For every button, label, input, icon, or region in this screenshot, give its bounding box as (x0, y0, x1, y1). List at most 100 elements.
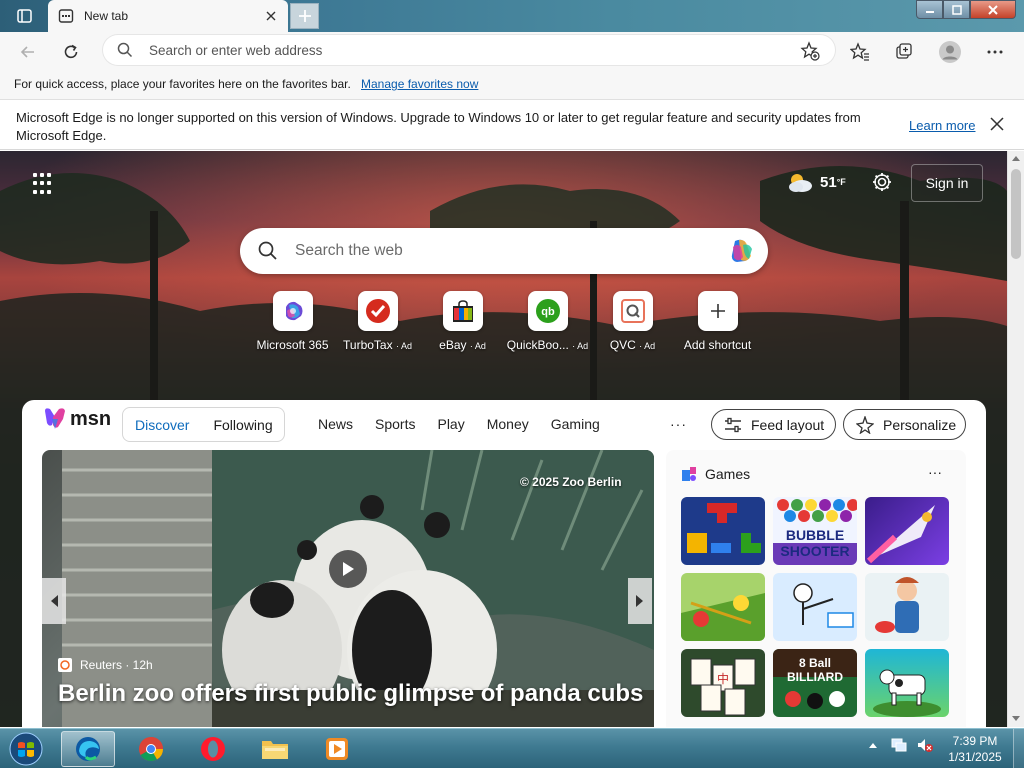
tab-actions-icon[interactable] (8, 5, 40, 27)
story-source[interactable]: Reuters · 12h (58, 658, 153, 672)
story-headline[interactable]: Berlin zoo offers first public glimpse o… (58, 680, 643, 708)
infobar-message: Microsoft Edge is no longer supported on… (16, 110, 861, 143)
shortcut-label: QVC (609, 338, 636, 352)
shortcut-label: Add shortcut (683, 338, 752, 352)
shortcut-turbotax[interactable]: TurboTax · Ad (335, 291, 420, 352)
nav-money[interactable]: Money (487, 416, 529, 432)
games-icon (681, 466, 705, 482)
shortcut-ebay[interactable]: eBay · Ad (420, 291, 505, 352)
clock[interactable]: 7:39 PM 1/31/2025 (940, 733, 1010, 765)
games-more-button[interactable]: ··· (928, 464, 942, 480)
add-shortcut-button[interactable]: Add shortcut (675, 291, 760, 352)
favorites-bar-message: For quick access, place your favorites h… (14, 77, 351, 91)
game-tile-stickman[interactable] (773, 573, 857, 641)
close-window-button[interactable] (970, 0, 1016, 19)
edge-icon (74, 735, 102, 763)
manage-favorites-link[interactable]: Manage favorites now (361, 77, 478, 91)
copilot-icon[interactable] (727, 237, 757, 265)
game-tile-blocks[interactable] (681, 497, 765, 565)
carousel-prev-icon[interactable] (42, 578, 66, 624)
scroll-down-icon[interactable] (1012, 716, 1020, 721)
tab-discover[interactable]: Discover (123, 417, 201, 433)
learn-more-link[interactable]: Learn more (909, 118, 975, 133)
games-card: Games ··· BUBBLE SHOOTER 中 8 Ball BILLIA… (666, 450, 966, 727)
volume-muted-icon[interactable] (916, 737, 934, 753)
personalize-button[interactable]: Personalize (843, 409, 966, 440)
folder-icon (260, 736, 290, 762)
ad-badge: · Ad (639, 341, 656, 351)
story-source-text: Reuters · 12h (80, 658, 153, 672)
nav-play[interactable]: Play (437, 416, 464, 432)
web-search-placeholder: Search the web (295, 242, 403, 259)
feed-tabs: Discover Following (122, 407, 285, 442)
personalize-label: Personalize (883, 416, 957, 433)
carousel-next-icon[interactable] (628, 578, 652, 624)
tab-new-tab[interactable]: New tab (48, 0, 288, 32)
nav-news[interactable]: News (318, 416, 353, 432)
close-tab-icon[interactable] (262, 7, 280, 25)
shortcut-microsoft-365[interactable]: Microsoft 365 (250, 291, 335, 352)
shortcut-quickbooks[interactable]: qb QuickBoo... · Ad (505, 291, 590, 352)
games-card-header[interactable]: Games (681, 466, 750, 482)
tab-following[interactable]: Following (201, 417, 284, 433)
opera-icon (199, 735, 227, 763)
scroll-thumb[interactable] (1011, 169, 1021, 259)
collections-icon[interactable] (891, 39, 917, 65)
game-tile-cooking[interactable] (865, 573, 949, 641)
game-tile-rocket[interactable] (865, 497, 949, 565)
page-scrollbar[interactable] (1007, 151, 1024, 727)
game-tile-pinball-kids[interactable] (681, 573, 765, 641)
back-arrow-icon[interactable] (15, 39, 41, 65)
taskbar-edge[interactable] (61, 731, 115, 767)
games-grid: BUBBLE SHOOTER 中 8 Ball BILLIARD (681, 497, 949, 717)
msn-butterfly-icon (43, 407, 67, 431)
address-placeholder: Search or enter web address (149, 43, 323, 58)
svg-text:中: 中 (717, 671, 729, 686)
shortcut-qvc[interactable]: QVC · Ad (590, 291, 675, 352)
start-button[interactable] (6, 731, 46, 767)
show-hidden-icons[interactable] (868, 741, 878, 749)
taskbar-media-player[interactable] (310, 731, 364, 767)
taskbar-opera[interactable] (186, 731, 240, 767)
msn-feed: msn Discover Following News Sports Play … (22, 400, 986, 727)
maximize-button[interactable] (943, 0, 970, 19)
show-desktop-button[interactable] (1013, 729, 1024, 769)
shortcuts-row: Microsoft 365 TurboTax · Ad eBay · Ad qb… (250, 291, 760, 352)
favorites-icon[interactable] (847, 39, 873, 65)
page-settings-icon[interactable] (871, 171, 893, 193)
game-tile-mahjong[interactable]: 中 (681, 649, 765, 717)
game-tile-8-ball-billiard[interactable]: 8 Ball BILLIARD (773, 649, 857, 717)
sign-in-button[interactable]: Sign in (911, 164, 983, 202)
taskbar-file-explorer[interactable] (248, 731, 302, 767)
minimize-button[interactable] (916, 0, 943, 19)
refresh-icon[interactable] (58, 39, 84, 65)
game-tile-bubble-shooter[interactable]: BUBBLE SHOOTER (773, 497, 857, 565)
apps-grid-icon[interactable] (33, 173, 55, 195)
msn-logo[interactable]: msn (43, 407, 111, 431)
feed-layout-button[interactable]: Feed layout (711, 409, 836, 440)
game-tile-title: 8 Ball BILLIARD (787, 656, 843, 684)
scroll-up-icon[interactable] (1012, 156, 1020, 161)
nav-gaming[interactable]: Gaming (551, 416, 600, 432)
ad-badge: · Ad (469, 341, 486, 351)
close-infobar-icon[interactable] (990, 117, 1004, 131)
network-icon[interactable] (890, 737, 908, 753)
game-tile-farm-cow[interactable] (865, 649, 949, 717)
settings-more-icon[interactable] (982, 39, 1008, 65)
profile-avatar-icon[interactable] (937, 39, 963, 65)
nav-sports[interactable]: Sports (375, 416, 415, 432)
media-player-icon (323, 735, 351, 763)
new-tab-button[interactable] (290, 3, 319, 29)
photo-copyright: © 2025 Zoo Berlin (520, 475, 622, 489)
partly-cloudy-icon (786, 171, 814, 193)
add-favorite-icon[interactable] (800, 41, 820, 61)
weather-widget[interactable]: 51 °F (786, 171, 846, 193)
feed-more-button[interactable]: ··· (670, 416, 687, 432)
web-search-box[interactable]: Search the web (240, 228, 768, 274)
shortcut-label: QuickBoo... (506, 338, 569, 352)
taskbar-chrome[interactable] (124, 731, 178, 767)
play-video-icon[interactable] (329, 550, 367, 588)
shortcut-label: Microsoft 365 (256, 338, 329, 352)
address-bar[interactable]: Search or enter web address (103, 35, 835, 65)
hero-story-card[interactable]: © 2025 Zoo Berlin Reuters · 12h Berlin z… (42, 450, 654, 727)
